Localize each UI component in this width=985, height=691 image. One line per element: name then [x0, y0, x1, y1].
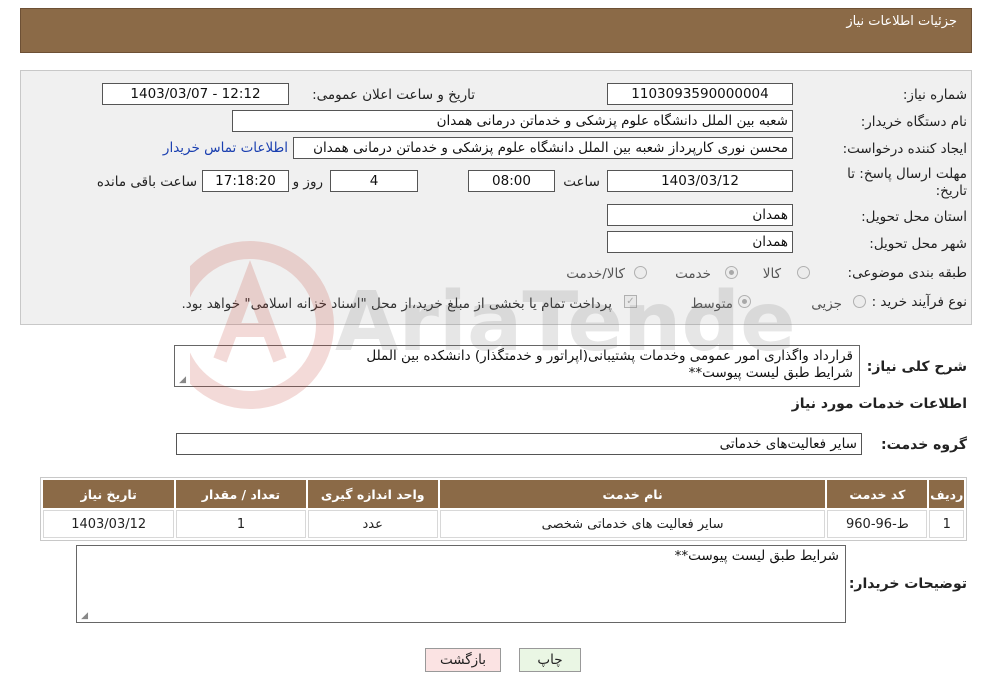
province-field: همدان — [607, 204, 793, 226]
announce-datetime-field: 1403/03/07 - 12:12 — [102, 83, 289, 105]
cell-quantity: 1 — [176, 510, 306, 538]
days-label: روز و — [292, 174, 323, 190]
service-group-field: سایر فعالیت‌های خدماتی — [176, 433, 862, 455]
col-need-date: تاریخ نیاز — [43, 480, 175, 508]
col-quantity: تعداد / مقدار — [176, 480, 306, 508]
table-row: 1 ط-96-960 سایر فعالیت های خدماتی شخصی ع… — [43, 510, 964, 538]
deadline-label-date: تاریخ: — [935, 183, 967, 199]
buyer-notes-label: توضیحات خریدار: — [848, 576, 967, 592]
deadline-time-label: ساعت — [563, 174, 600, 190]
watermark-letter-icon — [213, 260, 287, 363]
buyer-notes-text: شرایط طبق لیست پیوست** — [674, 548, 839, 564]
remaining-time-field: 17:18:20 — [202, 170, 289, 192]
buyer-org-field: شعبه بین الملل دانشگاه علوم پزشکی و خدما… — [232, 110, 793, 132]
cell-service-name: سایر فعالیت های خدماتی شخصی — [439, 510, 826, 538]
page-header — [20, 8, 972, 53]
category-label: طبقه بندی موضوعی: — [847, 265, 967, 281]
deadline-label: مهلت ارسال پاسخ: تا — [847, 166, 967, 182]
col-unit: واحد اندازه گیری — [307, 480, 438, 508]
cell-service-code: ط-96-960 — [827, 510, 928, 538]
page-title: جزئیات اطلاعات نیاز — [846, 14, 957, 29]
process-radio-minor[interactable] — [853, 295, 866, 308]
remaining-time-label: ساعت باقی مانده — [96, 174, 197, 190]
resize-grip-icon[interactable]: ◢ — [177, 376, 186, 385]
creator-label: ایجاد کننده درخواست: — [842, 141, 967, 157]
summary-label: شرح کلی نیاز: — [866, 359, 967, 375]
need-number-field: 1103093590000004 — [607, 83, 793, 105]
col-service-code: کد خدمت — [827, 480, 928, 508]
deadline-time-field: 08:00 — [468, 170, 555, 192]
services-table: ردیف کد خدمت نام خدمت واحد اندازه گیری ت… — [40, 477, 967, 541]
col-service-name: نام خدمت — [439, 480, 826, 508]
col-row-number: ردیف — [929, 480, 964, 508]
cell-row-number: 1 — [929, 510, 964, 538]
buyer-contact-link[interactable]: اطلاعات تماس خریدار — [163, 140, 288, 156]
days-remaining-field: 4 — [330, 170, 418, 192]
cell-need-date: 1403/03/12 — [43, 510, 175, 538]
deadline-date-field: 1403/03/12 — [607, 170, 793, 192]
province-label: استان محل تحویل: — [861, 209, 967, 225]
watermark-text: AriaTender.net — [335, 275, 800, 370]
service-group-label: گروه خدمت: — [881, 437, 967, 453]
resize-grip-icon[interactable]: ◢ — [79, 612, 88, 621]
watermark-logo: AriaTender.net — [190, 240, 800, 410]
cell-unit: عدد — [307, 510, 438, 538]
table-header-row: ردیف کد خدمت نام خدمت واحد اندازه گیری ت… — [43, 480, 964, 508]
buyer-org-label: نام دستگاه خریدار: — [860, 114, 967, 130]
services-section-title: اطلاعات خدمات مورد نیاز — [791, 396, 967, 412]
process-type-label: نوع فرآیند خرید : — [871, 294, 967, 310]
need-number-label: شماره نیاز: — [902, 87, 967, 103]
announce-datetime-label: تاریخ و ساعت اعلان عمومی: — [312, 87, 475, 103]
process-option-minor: جزیی — [811, 296, 842, 312]
print-button[interactable]: چاپ — [519, 648, 581, 672]
buyer-notes-textarea[interactable]: شرایط طبق لیست پیوست** ◢ — [76, 545, 846, 623]
back-button[interactable]: بازگشت — [425, 648, 501, 672]
city-label: شهر محل تحویل: — [869, 236, 967, 252]
creator-field: محسن نوری کارپرداز شعبه بین الملل دانشگا… — [293, 137, 793, 159]
